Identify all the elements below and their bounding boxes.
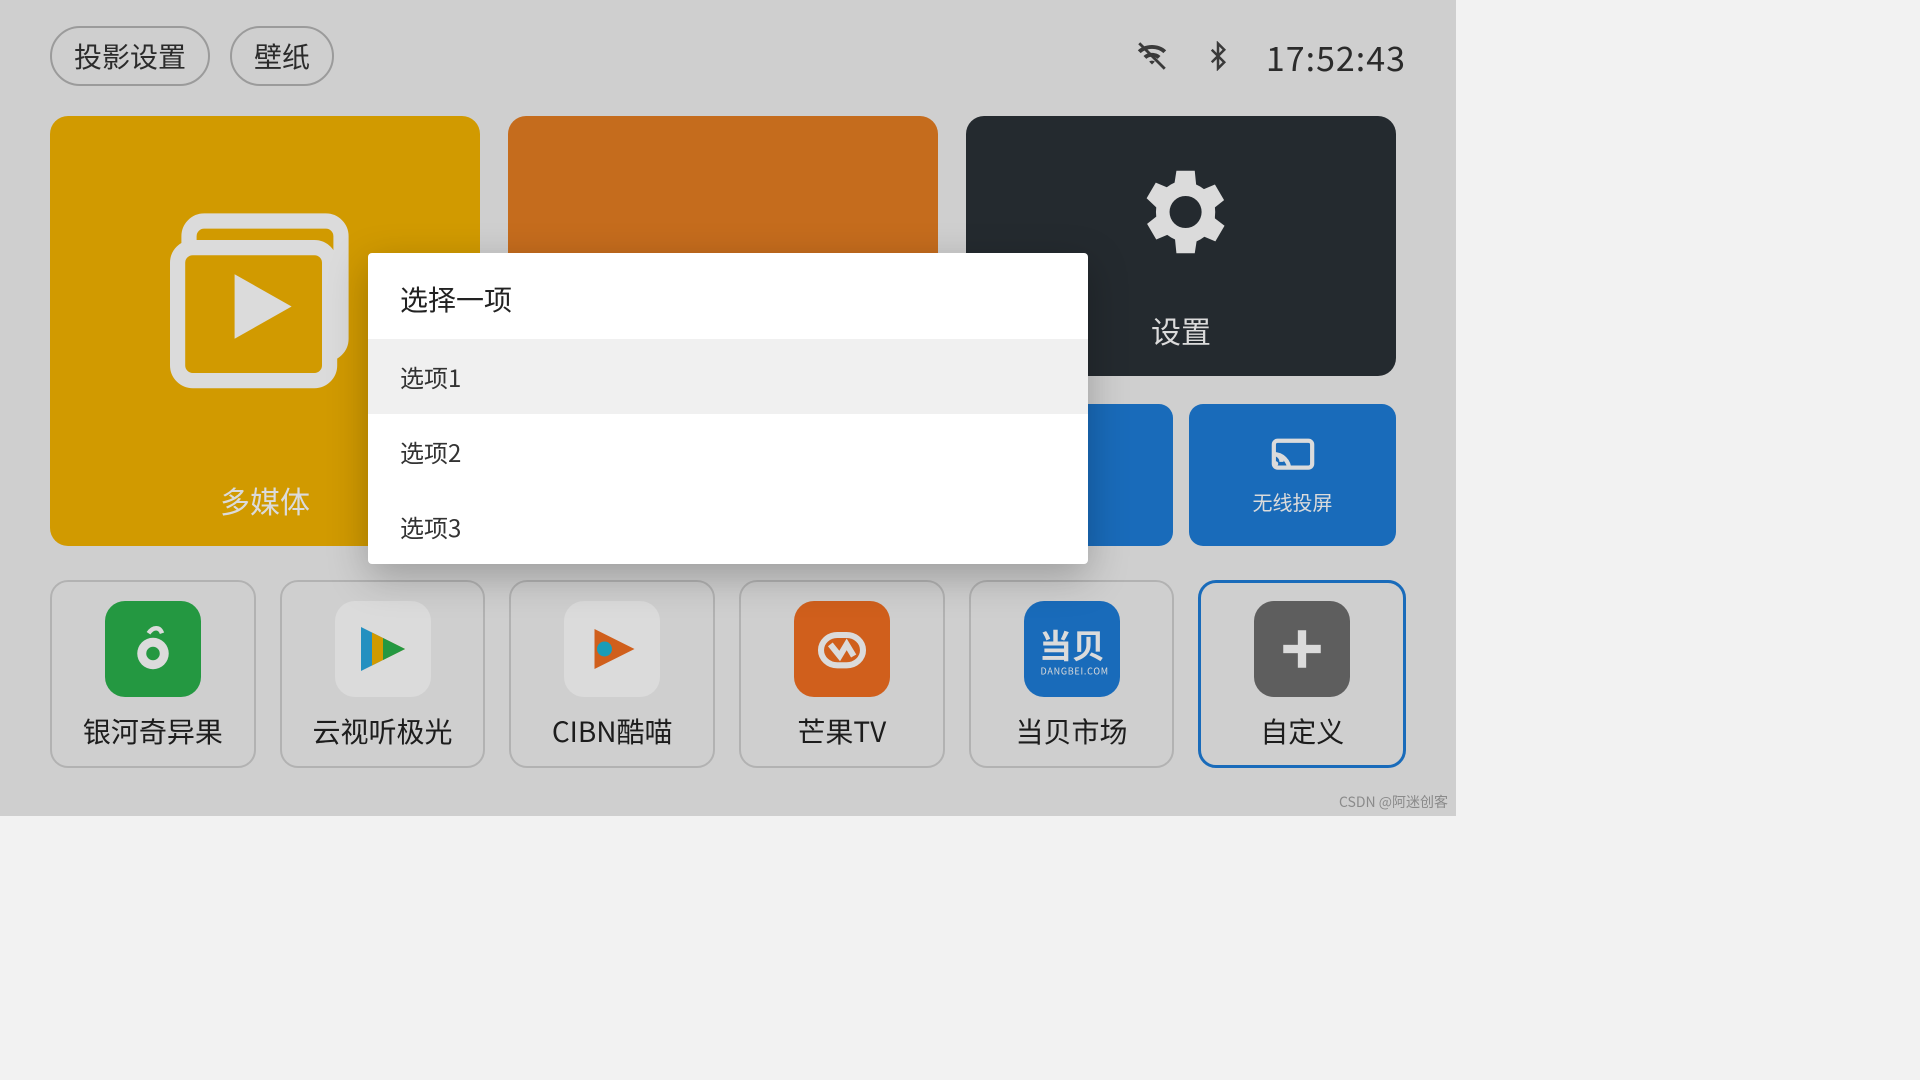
dialog-option-1[interactable]: 选项1 (368, 339, 1088, 414)
modal-overlay[interactable]: 选择一项 选项1 选项2 选项3 (0, 0, 1456, 816)
dialog-option-3[interactable]: 选项3 (368, 489, 1088, 564)
watermark-text: CSDN @阿迷创客 (1339, 792, 1448, 812)
select-dialog: 选择一项 选项1 选项2 选项3 (368, 253, 1088, 564)
dialog-option-2[interactable]: 选项2 (368, 414, 1088, 489)
dialog-title: 选择一项 (368, 253, 1088, 339)
